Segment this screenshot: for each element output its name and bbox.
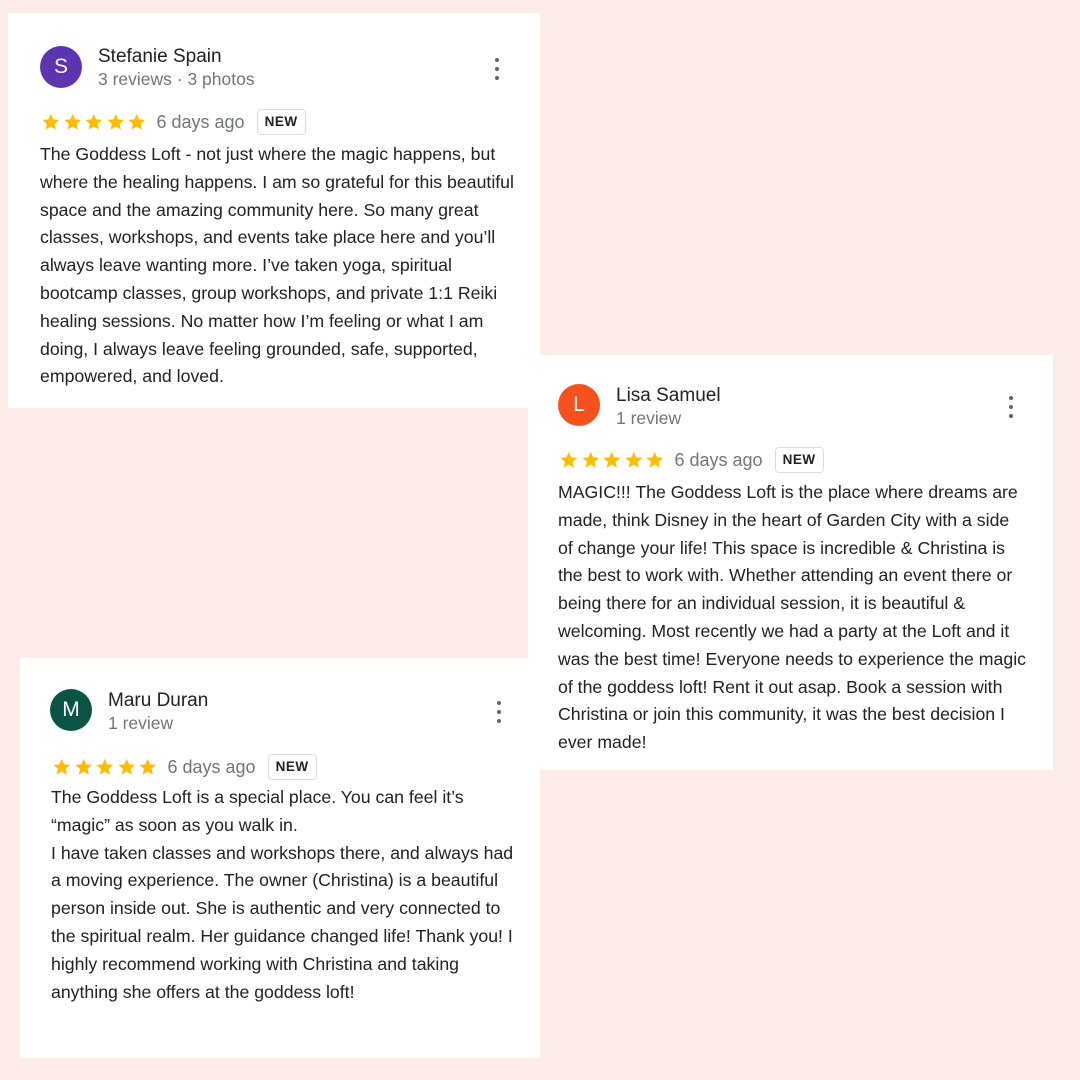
review-time: 6 days ago (156, 111, 245, 132)
review-text: The Goddess Loft - not just where the ma… (40, 144, 514, 387)
star-icon (603, 451, 621, 468)
star-icon (128, 113, 146, 130)
new-badge: NEW (267, 754, 317, 780)
review-card-maru-duran: M Maru Duran 1 review 6 days ago NEW The… (20, 658, 540, 1058)
star-icon (139, 758, 157, 775)
reviewer-meta: 3 reviews · 3 photos (98, 69, 255, 89)
star-icon (560, 451, 578, 468)
star-rating (40, 112, 148, 132)
reviewer-name[interactable]: Maru Duran (108, 690, 208, 712)
rating-row: 6 days ago NEW (40, 109, 306, 135)
more-vert-icon[interactable] (492, 58, 502, 80)
review-text: The Goddess Loft is a special place. You… (51, 787, 514, 1002)
star-icon (117, 758, 135, 775)
new-badge: NEW (256, 109, 306, 135)
more-vert-icon[interactable] (1006, 396, 1016, 418)
reviewer-name[interactable]: Lisa Samuel (616, 385, 721, 407)
star-icon (581, 451, 599, 468)
star-icon (646, 451, 664, 468)
avatar[interactable]: S (40, 46, 82, 88)
star-icon (624, 451, 642, 468)
avatar[interactable]: L (558, 384, 600, 426)
star-icon (106, 113, 124, 130)
star-icon (96, 758, 114, 775)
rating-row: 6 days ago NEW (51, 754, 317, 780)
star-icon (74, 758, 92, 775)
reviewer-meta: 1 review (616, 408, 682, 428)
review-card-stefanie-spain: S Stefanie Spain 3 reviews · 3 photos 6 … (8, 13, 540, 408)
star-rating (558, 450, 666, 470)
star-icon (42, 113, 60, 130)
review-card-lisa-samuel: L Lisa Samuel 1 review 6 days ago NEW MA… (528, 355, 1053, 770)
star-icon (53, 758, 71, 775)
review-text: MAGIC!!! The Goddess Loft is the place w… (558, 482, 1026, 753)
reviewer-meta: 1 review (108, 713, 174, 733)
review-time: 6 days ago (167, 756, 256, 777)
star-rating (51, 757, 159, 777)
reviewer-name[interactable]: Stefanie Spain (98, 46, 222, 68)
new-badge: NEW (774, 447, 824, 473)
rating-row: 6 days ago NEW (558, 447, 824, 473)
more-vert-icon[interactable] (494, 701, 504, 723)
review-time: 6 days ago (674, 449, 763, 470)
avatar[interactable]: M (50, 689, 92, 731)
star-icon (63, 113, 81, 130)
star-icon (85, 113, 103, 130)
